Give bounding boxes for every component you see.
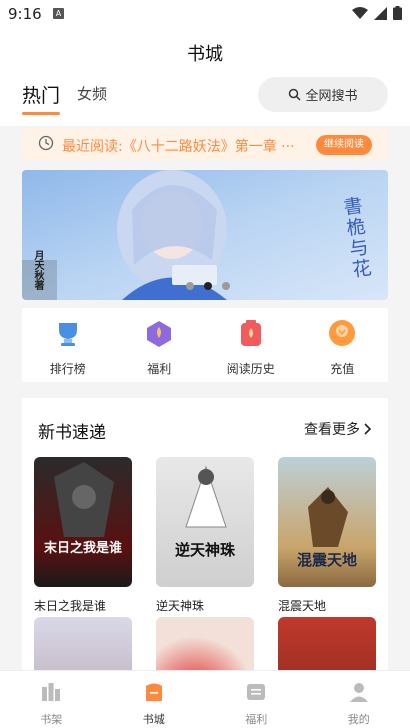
menu-recharge[interactable]: 充值 <box>297 308 389 382</box>
search-icon <box>289 88 302 101</box>
tab-profile[interactable]: 我的 <box>308 671 410 728</box>
quick-menu: 排行榜 福利 阅读历史 充值 <box>22 308 388 382</box>
book-card[interactable]: 混震天地 混震天地 <box>278 457 376 614</box>
book-cover[interactable] <box>156 617 254 670</box>
tab-bookshelf[interactable]: 书架 <box>0 671 103 728</box>
book-cover[interactable]: 混震天地 <box>278 457 376 587</box>
clock-icon <box>38 135 54 151</box>
banner-author-art: 月天秋著 <box>32 250 43 290</box>
recent-read-bar[interactable]: 最近阅读:《八十二路妖法》第一章 ··· 继续阅读 <box>22 128 388 160</box>
book-cover[interactable]: 末日之我是谁 <box>34 457 132 587</box>
header: 书城 热门 女频 全网搜书 <box>0 30 410 126</box>
menu-history-label: 阅读历史 <box>226 362 275 376</box>
book-cover-text: 逆天神珠 <box>174 541 235 559</box>
tab-female[interactable]: 女频 <box>77 83 107 104</box>
book-title: 逆天神珠 <box>156 599 205 613</box>
menu-recharge-label: 充值 <box>330 362 355 376</box>
banner-pagination <box>186 282 230 290</box>
recent-read-text: 最近阅读:《八十二路妖法》第一章 ··· <box>62 139 295 155</box>
book-cover[interactable] <box>278 617 376 670</box>
profile-icon <box>349 683 368 702</box>
search-button[interactable]: 全网搜书 <box>258 77 388 112</box>
tab-welfare[interactable]: 福利 <box>205 671 308 728</box>
tab-welfare-label: 福利 <box>245 713 268 726</box>
tab-profile-label: 我的 <box>347 713 370 726</box>
book-cover-text: 末日之我是谁 <box>43 541 122 556</box>
bottom-tab-bar: 书架 书城 福利 我的 <box>0 670 410 728</box>
book-card[interactable]: 逆天神珠 逆天神珠 <box>156 457 254 614</box>
continue-reading-button[interactable]: 继续阅读 <box>316 135 372 155</box>
notification-icon: A <box>53 8 64 19</box>
menu-welfare[interactable]: 福利 <box>114 308 206 382</box>
new-books-title: 新书速递 <box>38 423 106 443</box>
book-cover-art <box>54 462 114 537</box>
banner-dot[interactable] <box>222 282 230 290</box>
bookshelf-icon <box>42 683 61 701</box>
tab-bookshelf-label: 书架 <box>40 713 63 726</box>
book-title: 末日之我是谁 <box>34 599 107 613</box>
signal-icon <box>374 6 387 20</box>
search-label: 全网搜书 <box>305 89 358 104</box>
history-icon <box>240 320 261 346</box>
banner-artwork <box>22 170 388 300</box>
recharge-icon <box>329 320 356 346</box>
see-more-label: 查看更多 <box>304 422 360 438</box>
tab-hot[interactable]: 热门 <box>22 81 60 108</box>
book-card[interactable] <box>34 617 132 670</box>
welfare-icon <box>247 684 266 700</box>
gift-icon <box>147 321 172 347</box>
book-card[interactable]: 末日之我是谁 末日之我是谁 <box>34 457 132 614</box>
see-more-link[interactable]: 查看更多 <box>304 419 372 439</box>
book-card[interactable] <box>278 617 376 670</box>
book-cover[interactable]: 逆天神珠 <box>156 457 254 587</box>
banner-dot[interactable] <box>186 282 194 290</box>
status-bar: 9:16 A <box>0 0 410 30</box>
book-cover-art <box>185 465 227 528</box>
new-books-section: 新书速递 查看更多 末日之我是谁 末日之我是谁 逆天神珠 逆天神珠 混震天地 混… <box>22 398 388 670</box>
tab-bookstore[interactable]: 书城 <box>103 671 206 728</box>
book-cover-text: 混震天地 <box>296 551 357 569</box>
banner-dot-active[interactable] <box>204 282 212 290</box>
book-cover[interactable] <box>34 617 132 670</box>
chevron-right-icon <box>364 423 372 435</box>
bookstore-icon <box>145 683 162 701</box>
book-title: 混震天地 <box>278 599 327 613</box>
trophy-icon <box>58 323 77 346</box>
wifi-icon <box>352 6 368 19</box>
tab-bookstore-label: 书城 <box>142 713 165 726</box>
promo-banner[interactable]: 書桅与花 月天秋著 <box>22 170 388 300</box>
page-title: 书城 <box>187 44 223 65</box>
menu-welfare-label: 福利 <box>147 362 172 376</box>
status-time: 9:16 <box>8 5 42 23</box>
active-tab-indicator <box>22 112 60 115</box>
menu-history[interactable]: 阅读历史 <box>205 308 297 382</box>
book-card[interactable] <box>156 617 254 670</box>
battery-icon <box>393 6 402 20</box>
menu-ranking-label: 排行榜 <box>49 362 86 376</box>
menu-ranking[interactable]: 排行榜 <box>22 308 114 382</box>
